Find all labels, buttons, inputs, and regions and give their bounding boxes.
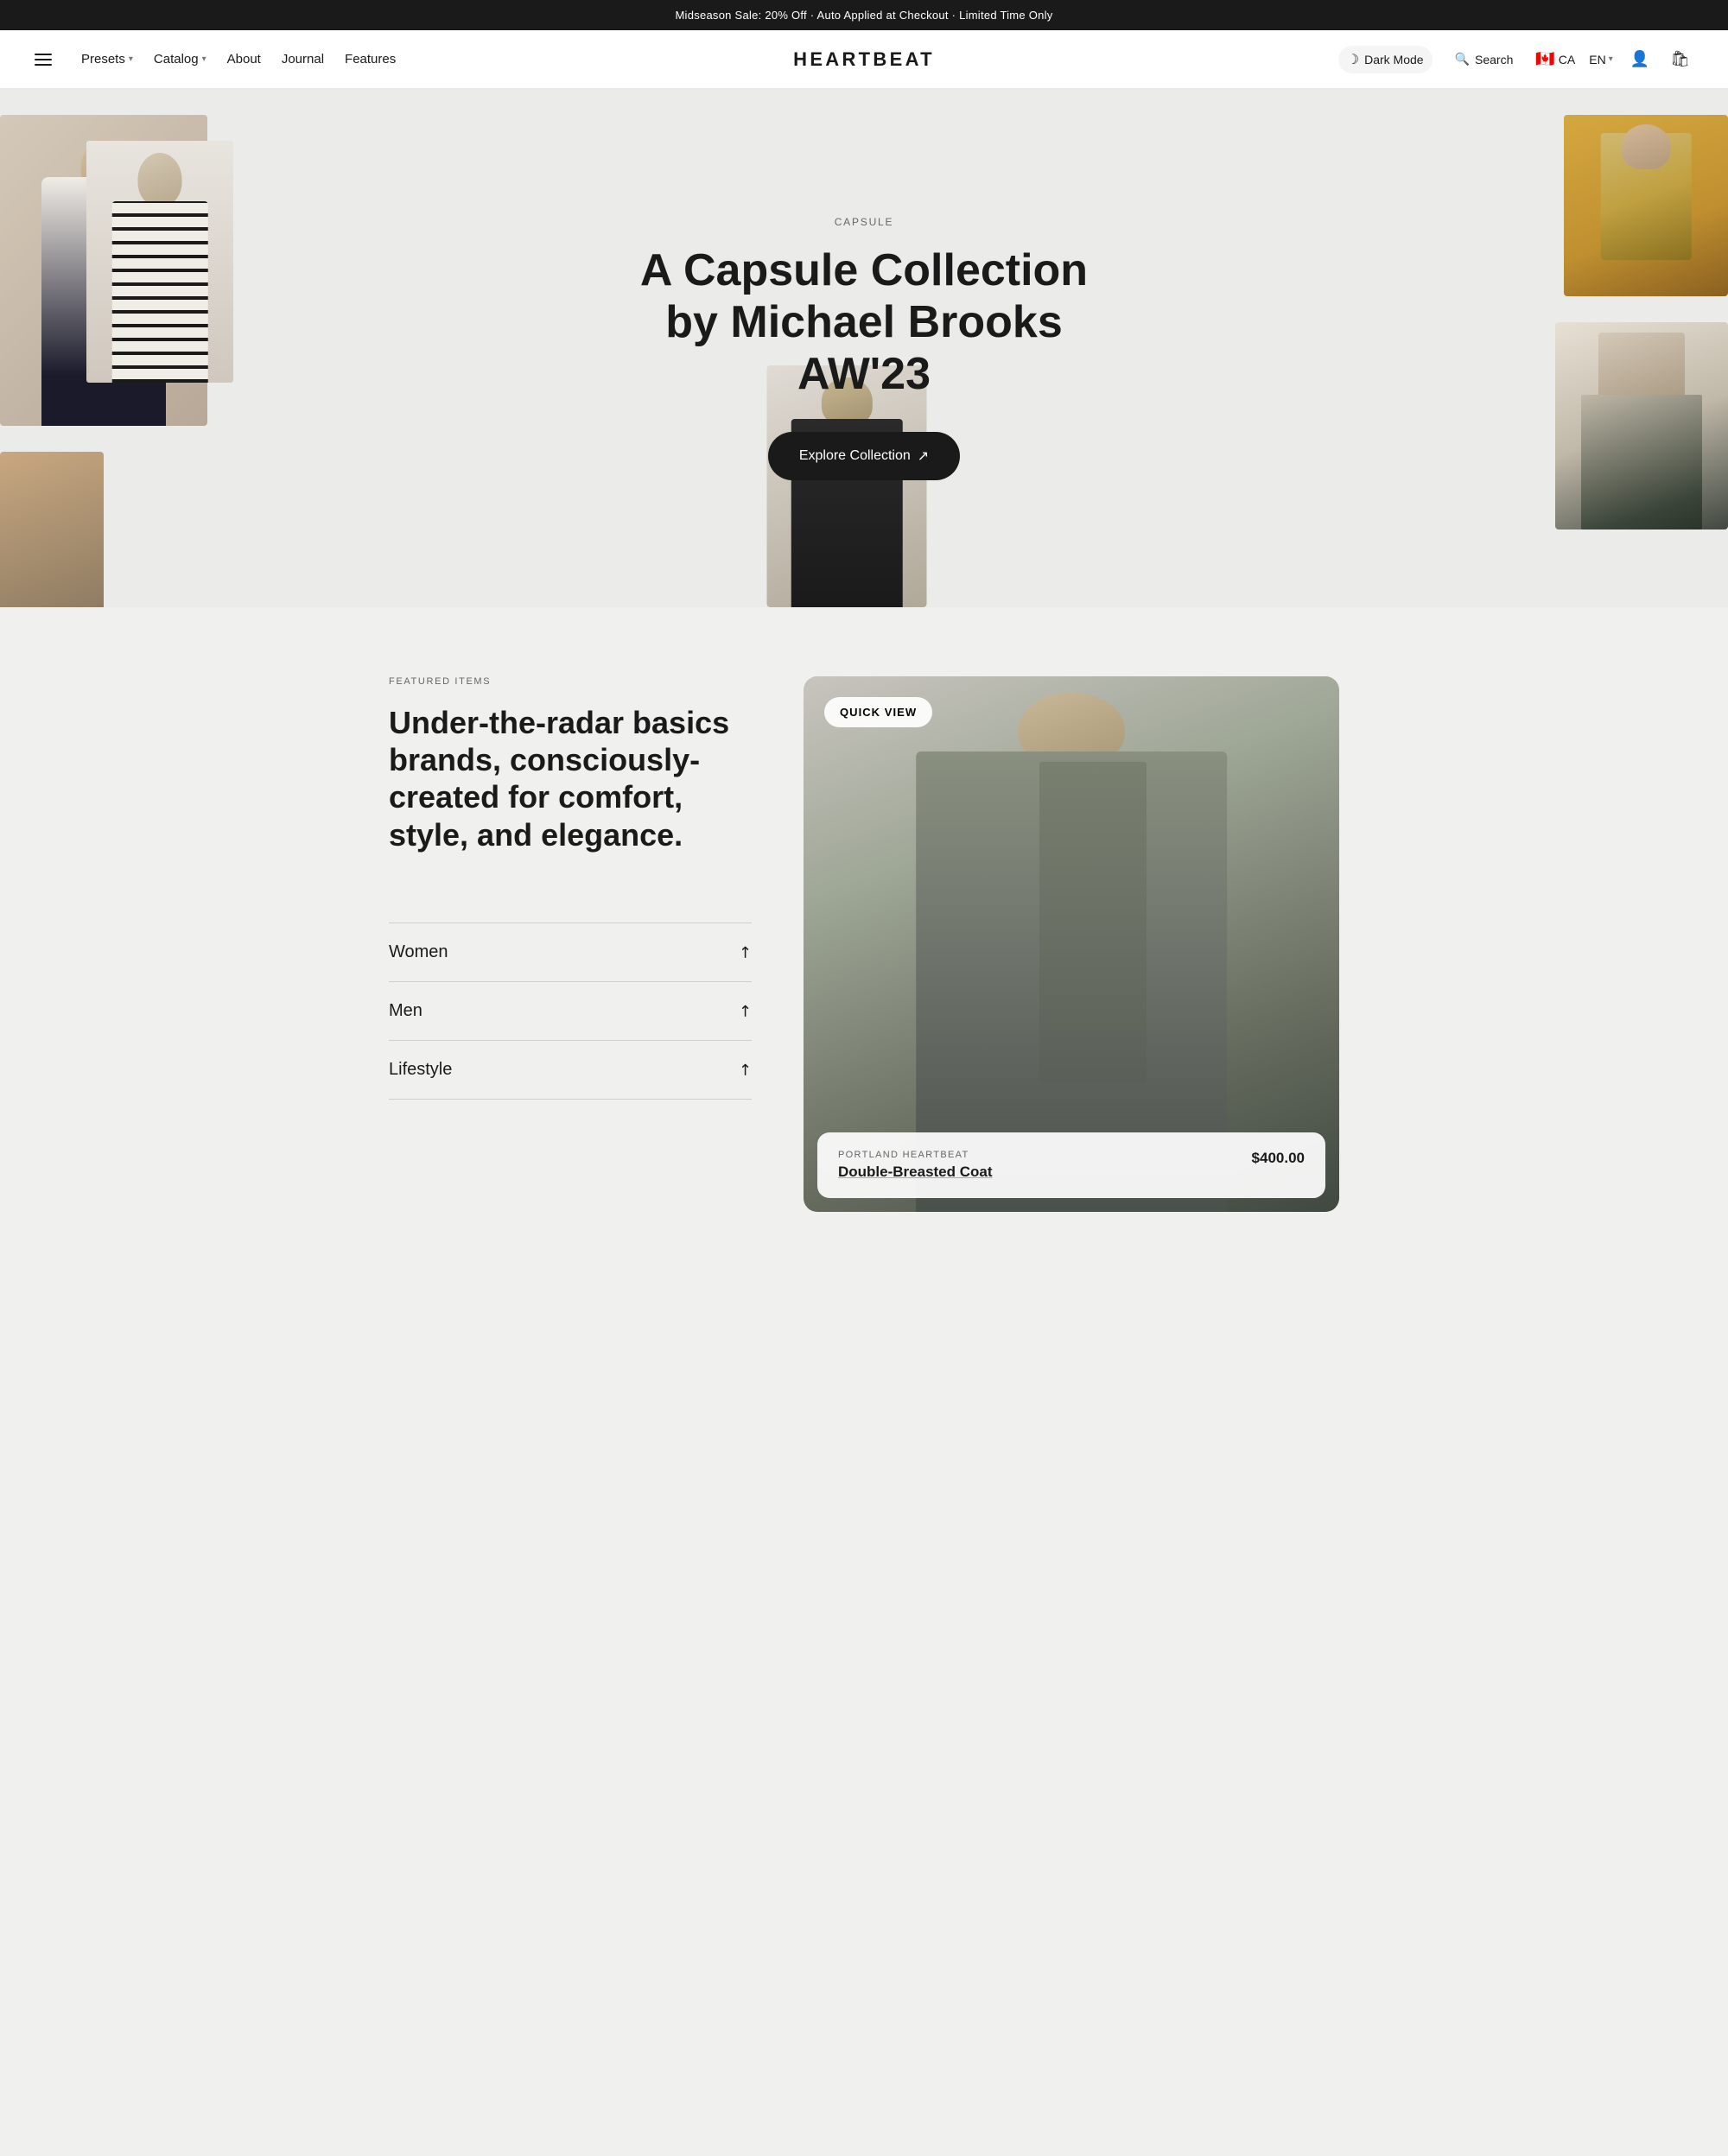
featured-section: FEATURED ITEMS Under-the-radar basics br…: [0, 607, 1728, 1281]
header: Presets ▾ Catalog ▾ About Journal Featur…: [0, 30, 1728, 89]
hero-label: CAPSULE: [639, 216, 1089, 228]
arrow-icon: ↗: [734, 1058, 757, 1081]
product-details: PORTLAND HEARTBEAT Double-Breasted Coat: [838, 1150, 993, 1181]
category-item-men[interactable]: Men ↗: [389, 982, 752, 1041]
main-nav: Presets ▾ Catalog ▾ About Journal Featur…: [73, 47, 404, 72]
chevron-down-icon: ▾: [202, 54, 206, 64]
hero-image-top-right: [1564, 115, 1728, 296]
search-icon: 🔍: [1455, 52, 1470, 67]
account-icon[interactable]: 👤: [1627, 47, 1653, 72]
category-item-women[interactable]: Women ↗: [389, 923, 752, 982]
explore-collection-button[interactable]: Explore Collection ↗: [768, 432, 960, 480]
language-selector[interactable]: EN ▾: [1589, 53, 1612, 67]
hero-title: A Capsule Collection by Michael Brooks A…: [639, 245, 1089, 400]
featured-label: FEATURED ITEMS: [389, 676, 752, 687]
search-button[interactable]: 🔍 Search: [1446, 47, 1522, 72]
hero-section: CAPSULE A Capsule Collection by Michael …: [0, 89, 1728, 607]
header-left: Presets ▾ Catalog ▾ About Journal Featur…: [35, 47, 404, 72]
quick-view-button[interactable]: QUICK VIEW: [824, 697, 932, 727]
nav-item-about[interactable]: About: [219, 47, 270, 72]
announcement-bar: Midseason Sale: 20% Off · Auto Applied a…: [0, 0, 1728, 30]
category-item-lifestyle[interactable]: Lifestyle ↗: [389, 1041, 752, 1100]
chevron-down-icon: ▾: [129, 54, 133, 64]
nav-item-journal[interactable]: Journal: [273, 47, 333, 72]
region-label: CA: [1559, 53, 1575, 67]
product-price: $400.00: [1252, 1150, 1305, 1167]
region-selector[interactable]: 🇨🇦 CA: [1535, 50, 1575, 68]
nav-item-presets[interactable]: Presets ▾: [73, 47, 142, 72]
dark-mode-toggle[interactable]: ☽ Dark Mode: [1338, 46, 1433, 73]
nav-item-features[interactable]: Features: [336, 47, 404, 72]
arrow-icon: ↗: [918, 447, 929, 465]
hero-image-mid-right: [1555, 322, 1728, 529]
search-label: Search: [1475, 53, 1513, 67]
cart-icon[interactable]: 🛍: [1667, 47, 1693, 72]
dark-mode-label: Dark Mode: [1364, 53, 1423, 67]
hero-content: CAPSULE A Capsule Collection by Michael …: [639, 216, 1089, 479]
hero-image-bottom-left: [0, 452, 104, 607]
arrow-icon: ↗: [734, 941, 757, 963]
flag-icon: 🇨🇦: [1535, 50, 1554, 68]
hero-image-striped: [86, 141, 233, 383]
product-card: QUICK VIEW PORTLAND HEARTBEAT Double-Bre…: [804, 676, 1339, 1212]
header-right: ☽ Dark Mode 🔍 Search 🇨🇦 CA EN ▾ 👤 🛍: [1338, 46, 1693, 73]
moon-icon: ☽: [1347, 51, 1359, 68]
product-image: QUICK VIEW: [804, 676, 1339, 1212]
announcement-text: Midseason Sale: 20% Off · Auto Applied a…: [675, 9, 1052, 22]
chevron-down-icon: ▾: [1609, 54, 1613, 64]
featured-left: FEATURED ITEMS Under-the-radar basics br…: [389, 676, 752, 1100]
category-list: Women ↗ Men ↗ Lifestyle ↗: [389, 923, 752, 1100]
product-name[interactable]: Double-Breasted Coat: [838, 1164, 993, 1181]
arrow-icon: ↗: [734, 999, 757, 1022]
product-info: PORTLAND HEARTBEAT Double-Breasted Coat …: [817, 1132, 1325, 1198]
site-logo[interactable]: HEARTBEAT: [793, 48, 935, 71]
lang-label: EN: [1589, 53, 1605, 67]
featured-right: QUICK VIEW PORTLAND HEARTBEAT Double-Bre…: [804, 676, 1339, 1212]
featured-title: Under-the-radar basics brands, conscious…: [389, 704, 752, 853]
menu-icon[interactable]: [35, 54, 52, 66]
nav-item-catalog[interactable]: Catalog ▾: [145, 47, 215, 72]
product-brand: PORTLAND HEARTBEAT: [838, 1150, 993, 1160]
